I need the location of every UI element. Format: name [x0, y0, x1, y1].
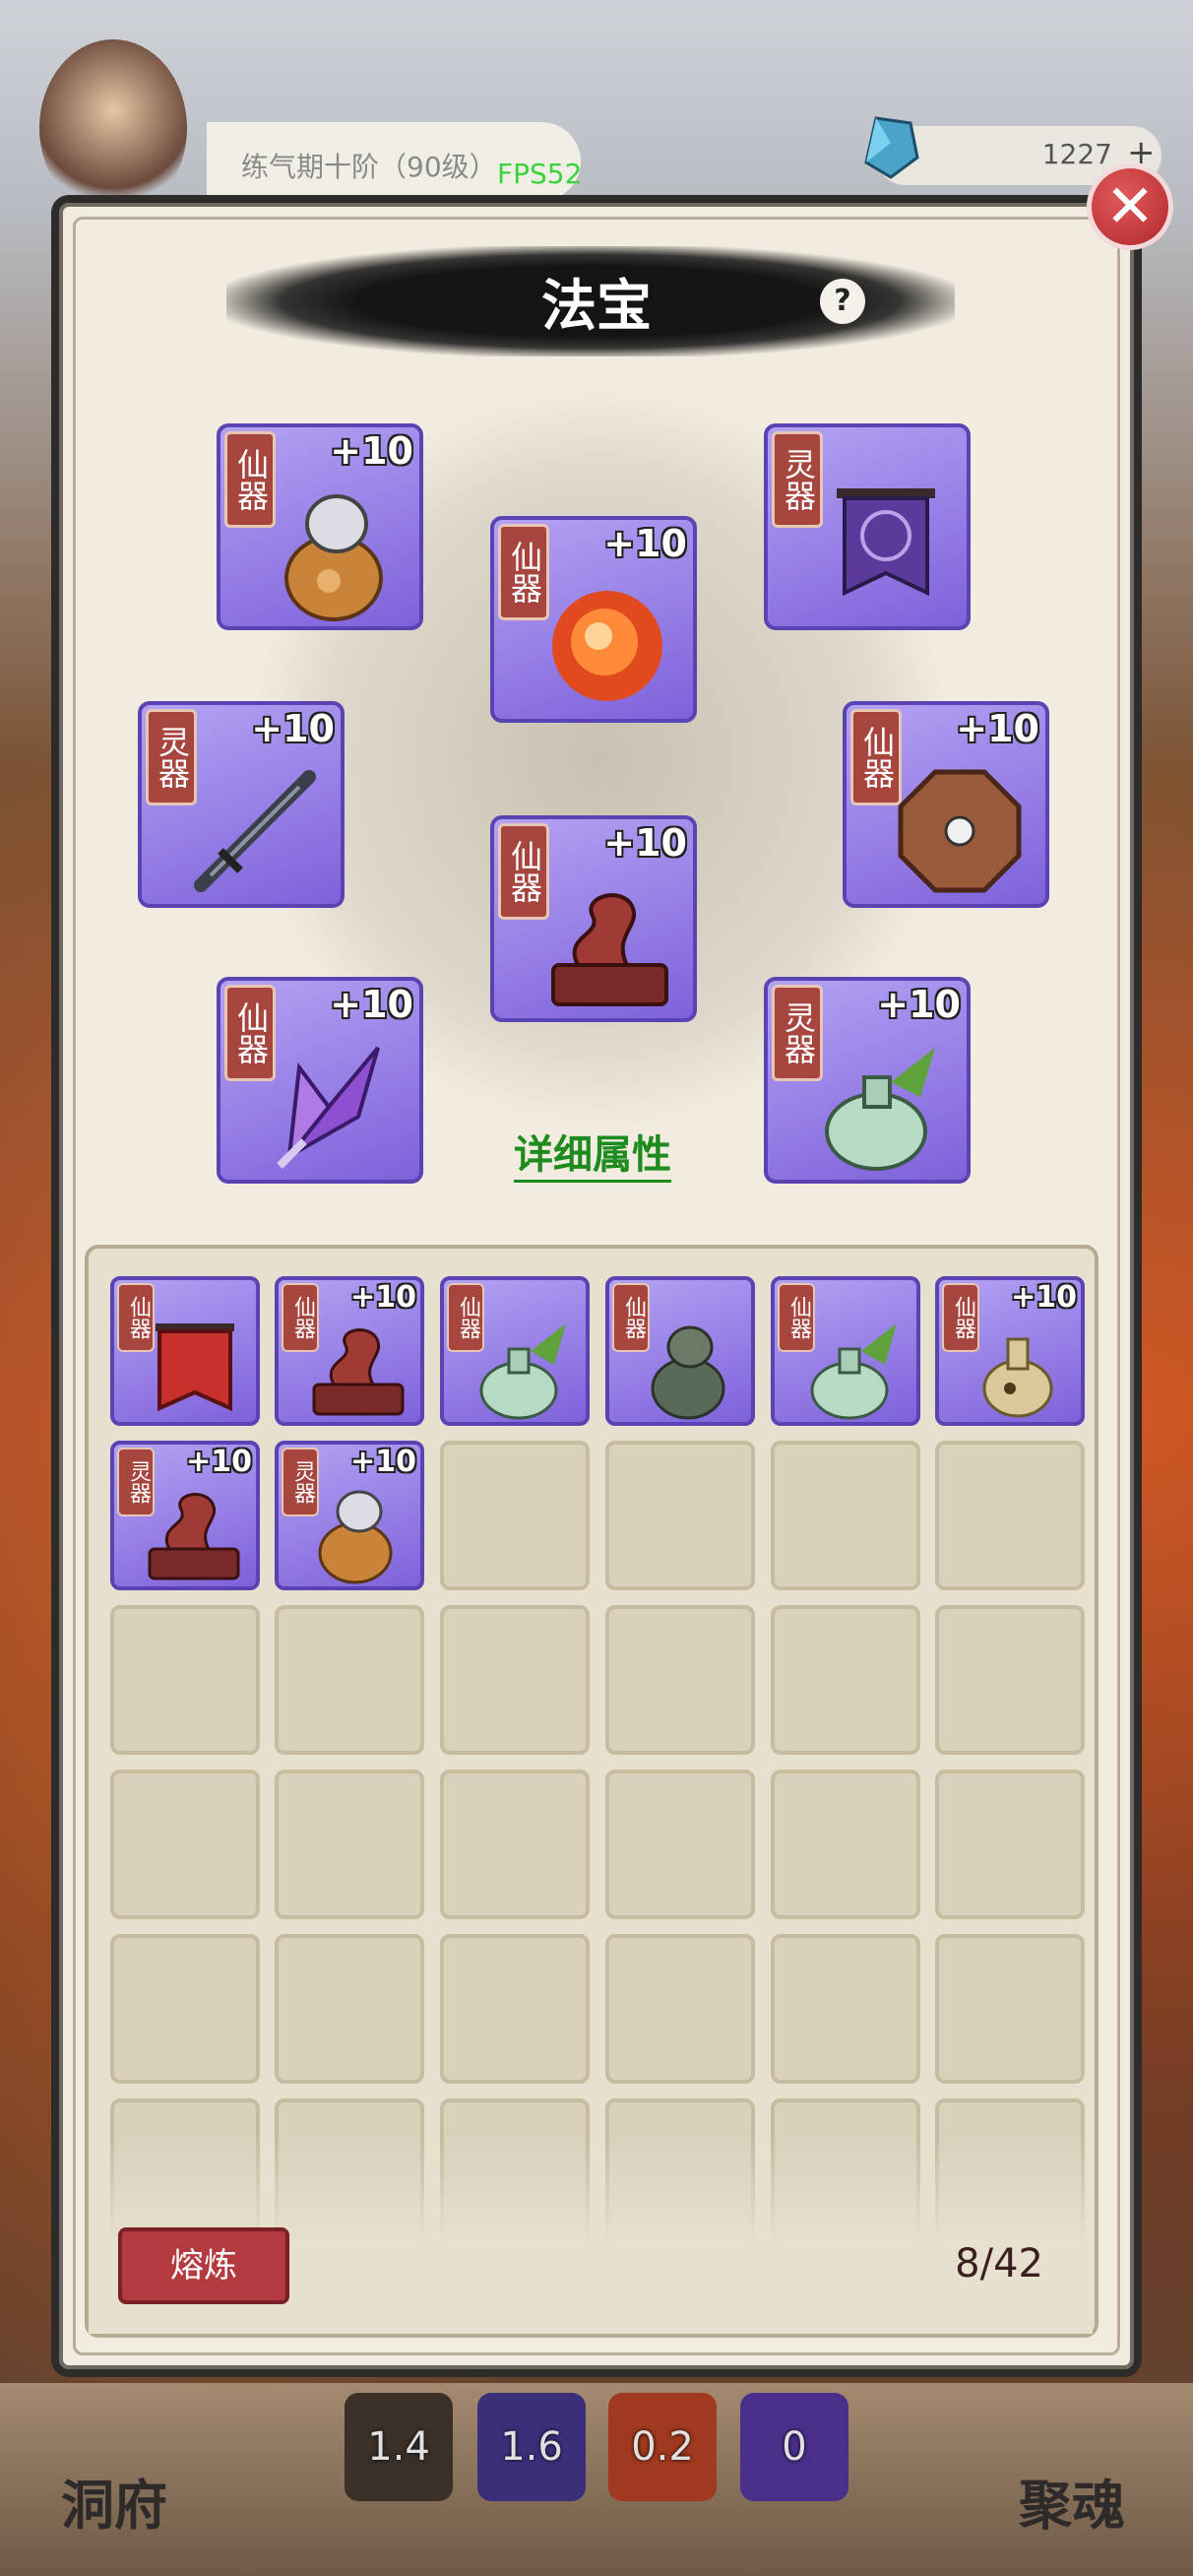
grade-badge: 仙器	[224, 985, 276, 1081]
equip-slot-4[interactable]: 灵器 +10	[138, 701, 345, 908]
rank-label: 练气期十阶（90级）	[241, 151, 497, 183]
equip-slot-2[interactable]: 仙器 +10	[490, 516, 697, 723]
enhance-level: +10	[330, 983, 413, 1026]
inventory-empty-slot[interactable]	[275, 1605, 424, 1755]
inventory-item[interactable]: 仙器	[771, 1276, 920, 1426]
gourd-icon	[284, 494, 383, 621]
grade-badge: 仙器	[498, 524, 549, 620]
equip-slot-7[interactable]: 仙器 +10	[217, 977, 423, 1184]
skill-cooldown: 0	[782, 2424, 807, 2470]
skill-slot-3[interactable]: 0.2	[608, 2393, 717, 2501]
grade-badge: 仙器	[224, 431, 276, 528]
inventory-empty-slot[interactable]	[440, 1934, 590, 2084]
enhance-level: +10	[603, 522, 687, 565]
inventory-item[interactable]: 仙器 +10	[275, 1276, 424, 1426]
inventory-empty-slot[interactable]	[440, 1605, 590, 1755]
inventory-empty-slot[interactable]	[110, 1770, 260, 1919]
inventory-empty-slot[interactable]	[935, 1441, 1085, 1590]
grade-badge: 仙器	[447, 1283, 484, 1352]
inventory-empty-slot[interactable]	[605, 1934, 755, 2084]
inventory-empty-slot[interactable]	[771, 1934, 920, 2084]
sword-icon	[194, 770, 316, 892]
inventory-empty-slot[interactable]	[935, 1770, 1085, 1919]
soul-gather-button[interactable]: 聚魂	[1019, 2462, 1125, 2540]
enhance-level: +10	[956, 707, 1039, 750]
bottom-bar	[0, 2383, 1193, 2576]
grade-badge: 仙器	[778, 1283, 815, 1352]
fps-counter: FPS52	[497, 158, 583, 190]
enhance-level: +10	[350, 1280, 416, 1315]
equip-slot-6[interactable]: 仙器 +10	[490, 815, 697, 1022]
skill-cooldown: 1.6	[500, 2424, 563, 2470]
player-avatar[interactable]	[39, 39, 187, 217]
equip-slot-3[interactable]: 灵器	[764, 423, 971, 630]
banner-icon	[837, 488, 935, 597]
inventory-item[interactable]: 仙器	[605, 1276, 755, 1426]
inventory-empty-slot[interactable]	[110, 1605, 260, 1755]
inventory-item[interactable]: 灵器 +10	[110, 1441, 260, 1590]
smelt-button[interactable]: 熔炼	[118, 2227, 289, 2304]
cave-dwelling-button[interactable]: 洞府	[61, 2462, 167, 2540]
inventory-empty-slot[interactable]	[110, 1934, 260, 2084]
inventory-empty-slot[interactable]	[440, 1770, 590, 1919]
detail-attributes-link[interactable]: 详细属性	[514, 1123, 671, 1183]
enhance-level: +10	[1011, 1280, 1077, 1315]
grade-badge: 仙器	[282, 1283, 319, 1352]
grade-badge: 仙器	[612, 1283, 650, 1352]
grade-badge: 灵器	[146, 709, 197, 805]
inventory-item[interactable]: 仙器 +10	[935, 1276, 1085, 1426]
enhance-level: +10	[350, 1445, 416, 1479]
inventory-empty-slot[interactable]	[605, 1770, 755, 1919]
skill-slot-2[interactable]: 1.6	[477, 2393, 586, 2501]
fire-orb-icon	[552, 591, 662, 701]
crystal-count: 1227	[1041, 138, 1112, 170]
enhance-level: +10	[186, 1445, 252, 1479]
dialog-title: 法宝	[541, 274, 652, 339]
grade-badge: 灵器	[772, 985, 823, 1081]
inventory-empty-slot[interactable]	[771, 1441, 920, 1590]
skill-slot-1[interactable]: 1.4	[345, 2393, 453, 2501]
grade-badge: 灵器	[117, 1448, 155, 1516]
enhance-level: +10	[251, 707, 335, 750]
bagua-mirror-icon	[898, 769, 1022, 893]
inventory-empty-slot[interactable]	[275, 1934, 424, 2084]
inventory-item[interactable]: 仙器	[440, 1276, 590, 1426]
inventory-capacity: 8/42	[955, 2241, 1043, 2286]
inventory-item[interactable]: 仙器	[110, 1276, 260, 1426]
crystal-icon	[864, 116, 919, 179]
equip-slot-8[interactable]: 灵器 +10	[764, 977, 971, 1184]
inventory-item[interactable]: 灵器 +10	[275, 1441, 424, 1590]
enhance-level: +10	[330, 429, 413, 473]
grade-badge: 仙器	[117, 1283, 155, 1352]
skill-slot-4[interactable]: 0	[740, 2393, 848, 2501]
feather-fan-icon	[277, 1046, 380, 1169]
enhance-level: +10	[877, 983, 961, 1026]
equip-slot-5[interactable]: 仙器 +10	[843, 701, 1049, 908]
equip-slot-1[interactable]: 仙器 +10	[217, 423, 423, 630]
enhance-level: +10	[603, 821, 687, 865]
help-button[interactable]: ?	[820, 279, 865, 324]
inventory-empty-slot[interactable]	[935, 1605, 1085, 1755]
grade-badge: 灵器	[282, 1448, 319, 1516]
grade-badge: 灵器	[772, 431, 823, 528]
close-button[interactable]: ✕	[1087, 163, 1173, 250]
inventory-empty-slot[interactable]	[605, 1441, 755, 1590]
skill-cooldown: 1.4	[367, 2424, 430, 2470]
grade-badge: 仙器	[498, 823, 549, 920]
skill-cooldown: 0.2	[631, 2424, 694, 2470]
jade-vase-icon	[825, 1048, 935, 1171]
grade-badge: 仙器	[942, 1283, 979, 1352]
grade-badge: 仙器	[850, 709, 902, 805]
inventory-empty-slot[interactable]	[771, 1770, 920, 1919]
inventory-empty-slot[interactable]	[935, 1934, 1085, 2084]
inventory-empty-slot[interactable]	[440, 1441, 590, 1590]
inventory-empty-slot[interactable]	[605, 1605, 755, 1755]
inventory-empty-slot[interactable]	[275, 1770, 424, 1919]
serpent-seal-icon	[551, 893, 668, 1006]
inventory-empty-slot[interactable]	[771, 1605, 920, 1755]
